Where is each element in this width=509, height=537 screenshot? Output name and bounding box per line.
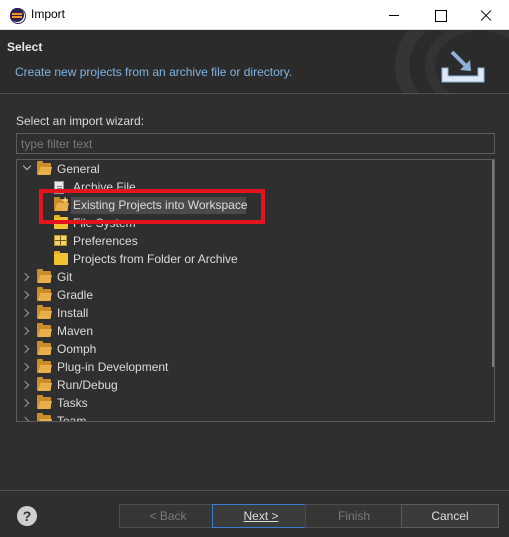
tree-item-maven[interactable]: Maven [17, 323, 217, 341]
folder-open-icon [37, 323, 51, 337]
cancel-button[interactable]: Cancel [401, 504, 499, 528]
tree-item-label: Oomph [57, 342, 97, 356]
window-title: Import [31, 7, 66, 21]
tree-item-label: Run/Debug [57, 378, 118, 392]
header-separator [0, 93, 509, 94]
folder-icon [54, 251, 68, 265]
chevron-right-icon[interactable] [20, 326, 30, 336]
tree-item-projects-from-folder[interactable]: Projects from Folder or Archive [17, 251, 257, 269]
folder-open-icon [37, 341, 51, 355]
import-wizard-icon [441, 50, 485, 83]
tree-item-label: Team [57, 414, 87, 422]
finish-button[interactable]: Finish [305, 504, 403, 528]
chevron-down-icon[interactable] [22, 161, 32, 171]
red-highlight-annotation [39, 189, 265, 224]
tree-item-install[interactable]: Install [17, 305, 217, 323]
back-button[interactable]: < Back [119, 504, 217, 528]
folder-open-icon [37, 377, 51, 391]
chevron-right-icon[interactable] [20, 362, 30, 372]
preferences-icon [54, 235, 67, 246]
vertical-scrollbar[interactable] [492, 160, 494, 367]
tree-item-label: Projects from Folder or Archive [73, 252, 238, 266]
tree-item-label: Gradle [57, 288, 94, 302]
tree-item-run-debug[interactable]: Run/Debug [17, 377, 217, 395]
tree-item-git[interactable]: Git [17, 269, 217, 287]
tree-item-tasks[interactable]: Tasks [17, 395, 217, 413]
page-description: Create new projects from an archive file… [15, 65, 293, 79]
folder-open-icon [37, 395, 51, 409]
chevron-right-icon[interactable] [20, 398, 30, 408]
page-title: Select [7, 40, 43, 54]
wizard-header: Select Create new projects from an archi… [0, 31, 509, 93]
maximize-button[interactable] [417, 0, 463, 30]
chevron-right-icon[interactable] [20, 416, 30, 421]
folder-open-icon [37, 359, 51, 373]
tree-item-gradle[interactable]: Gradle [17, 287, 217, 305]
folder-open-icon [37, 161, 51, 175]
close-button[interactable] [463, 0, 509, 30]
tree-item-oomph[interactable]: Oomph [17, 341, 217, 359]
help-icon[interactable]: ? [17, 506, 37, 526]
tree-item-team[interactable]: Team [17, 413, 217, 422]
tree-item-label: Preferences [73, 234, 138, 248]
tree-item-label: Install [57, 306, 89, 320]
folder-open-icon [37, 269, 51, 283]
wizard-list-label: Select an import wizard: [16, 114, 145, 128]
tree-item-label: General [57, 162, 100, 176]
footer-separator [0, 490, 509, 491]
tree-item-label: Maven [57, 324, 94, 338]
folder-open-icon [37, 305, 51, 319]
chevron-right-icon[interactable] [20, 308, 30, 318]
folder-open-icon [37, 413, 51, 421]
tree-item-general[interactable]: General [17, 161, 217, 179]
tree-item-preferences[interactable]: Preferences [17, 233, 217, 251]
tree-item-label: Tasks [57, 396, 88, 410]
next-button[interactable]: Next > [212, 504, 310, 528]
next-button-label: Next > [243, 509, 279, 523]
chevron-right-icon[interactable] [20, 272, 30, 282]
tree-item-label: Git [57, 270, 73, 284]
title-bar: Import [0, 0, 509, 30]
tree-item-label: Plug-in Development [57, 360, 169, 374]
chevron-right-icon[interactable] [20, 344, 30, 354]
chevron-right-icon[interactable] [20, 380, 30, 390]
minimize-button[interactable] [371, 0, 417, 30]
filter-input[interactable] [16, 133, 495, 154]
tree-item-plugin-development[interactable]: Plug-in Development [17, 359, 217, 377]
folder-open-icon [37, 287, 51, 301]
eclipse-logo-icon [10, 8, 26, 24]
wizard-tree[interactable]: General Archive File + Existing Projects… [16, 159, 495, 422]
chevron-right-icon[interactable] [20, 290, 30, 300]
